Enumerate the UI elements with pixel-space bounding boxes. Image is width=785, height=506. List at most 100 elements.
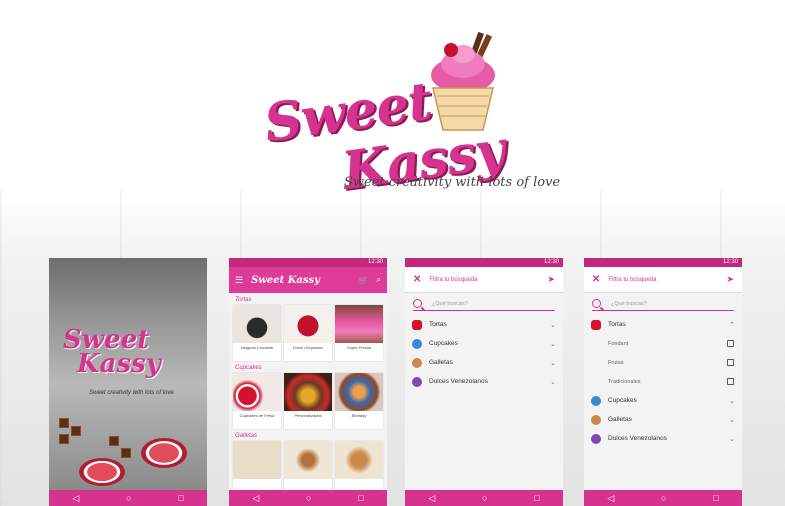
category-row-cupcakes[interactable]: Cupcakes ⌄ bbox=[405, 334, 563, 353]
phone-splash: Sweet Kassy Sweet creativity with lots o… bbox=[49, 258, 207, 506]
recent-icon[interactable]: □ bbox=[534, 493, 539, 503]
status-bar: 12:30 bbox=[229, 258, 387, 267]
cake-image bbox=[79, 458, 125, 486]
chevron-down-icon: ⌄ bbox=[729, 435, 735, 443]
section-title: Galletas bbox=[235, 433, 258, 439]
search-input[interactable]: ¿Qué buscas? bbox=[592, 299, 734, 311]
subcategory-label: Tradicionales bbox=[608, 378, 641, 385]
android-navbar: ◁ ○ □ bbox=[229, 490, 387, 506]
section-title: Cupcakes bbox=[235, 365, 262, 371]
splash-background: Sweet Kassy Sweet creativity with lots o… bbox=[49, 258, 207, 490]
candy-icon bbox=[591, 433, 601, 444]
category-row-dulces[interactable]: Dulces Venezolanos ⌄ bbox=[584, 429, 742, 448]
chevron-down-icon: ⌄ bbox=[729, 397, 735, 405]
checkbox[interactable] bbox=[727, 340, 734, 347]
filter-title: Filtra tu búsqueda bbox=[429, 276, 478, 283]
home-icon[interactable]: ○ bbox=[126, 493, 131, 503]
cookie-icon bbox=[412, 357, 422, 368]
product-name: Dulce Ocupación bbox=[292, 345, 324, 350]
chevron-up-icon: ⌃ bbox=[729, 321, 735, 329]
subcategory-row-fondant[interactable]: Fondant bbox=[584, 334, 742, 353]
category-label: Dulces Venezolanos bbox=[429, 378, 488, 385]
product-card[interactable]: Ninguna Crocante bbox=[233, 305, 281, 361]
product-name: Ninguna Crocante bbox=[240, 345, 274, 350]
chevron-down-icon: ⌄ bbox=[550, 321, 556, 329]
category-label: Tortas bbox=[608, 321, 626, 328]
product-card[interactable]: Dulce Ocupación bbox=[284, 305, 332, 361]
chevron-down-icon: ⌄ bbox=[550, 378, 556, 386]
menu-icon[interactable]: ☰ bbox=[235, 275, 243, 286]
product-card[interactable]: Personalizados bbox=[284, 373, 332, 429]
android-navbar: ◁ ○ □ bbox=[49, 490, 207, 506]
search-icon[interactable]: ⌕ bbox=[377, 275, 381, 285]
filter-bar: ✕ Filtra tu búsqueda ➤ bbox=[405, 267, 563, 293]
cart-icon[interactable]: 🛒 bbox=[359, 276, 369, 285]
close-icon[interactable]: ✕ bbox=[413, 274, 421, 285]
category-row-dulces[interactable]: Dulces Venezolanos ⌄ bbox=[405, 372, 563, 391]
send-icon[interactable]: ➤ bbox=[547, 274, 555, 285]
product-card[interactable]: Super Fresita bbox=[335, 305, 383, 361]
checkbox[interactable] bbox=[727, 378, 734, 385]
back-icon[interactable]: ◁ bbox=[428, 493, 435, 504]
search-input[interactable]: ¿Qué buscas? bbox=[413, 299, 555, 311]
splash-logo-kassy: Kassy bbox=[77, 349, 161, 379]
subcategory-label: Fondant bbox=[608, 340, 629, 347]
filter-title: Filtra tu búsqueda bbox=[608, 276, 657, 283]
category-row-cupcakes[interactable]: Cupcakes ⌄ bbox=[584, 391, 742, 410]
product-name: Cupcakes de Fresa bbox=[239, 413, 275, 418]
card-row: Ninguna Crocante Dulce Ocupación Super F… bbox=[229, 305, 387, 361]
cake-icon bbox=[591, 319, 601, 330]
category-row-tortas[interactable]: Tortas ⌃ bbox=[584, 315, 742, 334]
product-card[interactable] bbox=[284, 441, 332, 497]
app-bar: ☰ Sweet Kassy 🛒 ⌕ bbox=[229, 267, 387, 293]
home-icon[interactable]: ○ bbox=[306, 493, 311, 503]
candy-icon bbox=[412, 376, 422, 387]
product-card[interactable]: Cupcakes de Fresa bbox=[233, 373, 281, 429]
category-label: Cupcakes bbox=[429, 340, 458, 347]
home-icon[interactable]: ○ bbox=[661, 493, 666, 503]
subcategory-label: Frutas bbox=[608, 359, 624, 366]
card-row bbox=[229, 441, 387, 497]
status-bar: 12:30 bbox=[405, 258, 563, 267]
category-row-galletas[interactable]: Galletas ⌄ bbox=[584, 410, 742, 429]
cake-image bbox=[141, 438, 187, 468]
product-name: Birthday bbox=[351, 413, 367, 418]
cupcake-icon bbox=[412, 338, 422, 349]
search-icon bbox=[592, 299, 601, 308]
category-row-tortas[interactable]: Tortas ⌄ bbox=[405, 315, 563, 334]
close-icon[interactable]: ✕ bbox=[592, 274, 600, 285]
back-icon[interactable]: ◁ bbox=[607, 493, 614, 504]
back-icon[interactable]: ◁ bbox=[72, 493, 79, 504]
send-icon[interactable]: ➤ bbox=[726, 274, 734, 285]
brand-logo: Sweet Kassy Sweet creativity with lots o… bbox=[260, 30, 560, 202]
back-icon[interactable]: ◁ bbox=[252, 493, 259, 504]
product-card[interactable] bbox=[233, 441, 281, 497]
search-placeholder: ¿Qué buscas? bbox=[611, 300, 647, 307]
product-card[interactable]: Birthday bbox=[335, 373, 383, 429]
android-navbar: ◁ ○ □ bbox=[405, 490, 563, 506]
home-icon[interactable]: ○ bbox=[482, 493, 487, 503]
category-label: Cupcakes bbox=[608, 397, 637, 404]
subcategory-row-tradicionales[interactable]: Tradicionales bbox=[584, 372, 742, 391]
category-label: Dulces Venezolanos bbox=[608, 435, 667, 442]
checkbox[interactable] bbox=[727, 359, 734, 366]
cake-icon bbox=[412, 319, 422, 330]
splash-logo: Sweet Kassy bbox=[63, 327, 161, 379]
splash-tagline: Sweet creativity with lots of love bbox=[89, 390, 174, 396]
chevron-down-icon: ⌄ bbox=[729, 416, 735, 424]
category-row-galletas[interactable]: Galletas ⌄ bbox=[405, 353, 563, 372]
product-card[interactable] bbox=[335, 441, 383, 497]
card-row: Cupcakes de Fresa Personalizados Birthda… bbox=[229, 373, 387, 429]
chevron-down-icon: ⌄ bbox=[550, 359, 556, 367]
recent-icon[interactable]: □ bbox=[713, 493, 718, 503]
phone-catalog: 12:30 ☰ Sweet Kassy 🛒 ⌕ Tortas Ninguna C… bbox=[229, 258, 387, 506]
cookie-icon bbox=[591, 414, 601, 425]
category-label: Tortas bbox=[429, 321, 447, 328]
recent-icon[interactable]: □ bbox=[178, 493, 183, 503]
subcategory-row-frutas[interactable]: Frutas bbox=[584, 353, 742, 372]
category-label: Galletas bbox=[429, 359, 453, 366]
category-label: Galletas bbox=[608, 416, 632, 423]
recent-icon[interactable]: □ bbox=[358, 493, 363, 503]
logo-tagline: Sweet creativity with lots of love bbox=[344, 175, 561, 190]
phone-filter-expanded: 12:30 ✕ Filtra tu búsqueda ➤ ¿Qué buscas… bbox=[584, 258, 742, 506]
